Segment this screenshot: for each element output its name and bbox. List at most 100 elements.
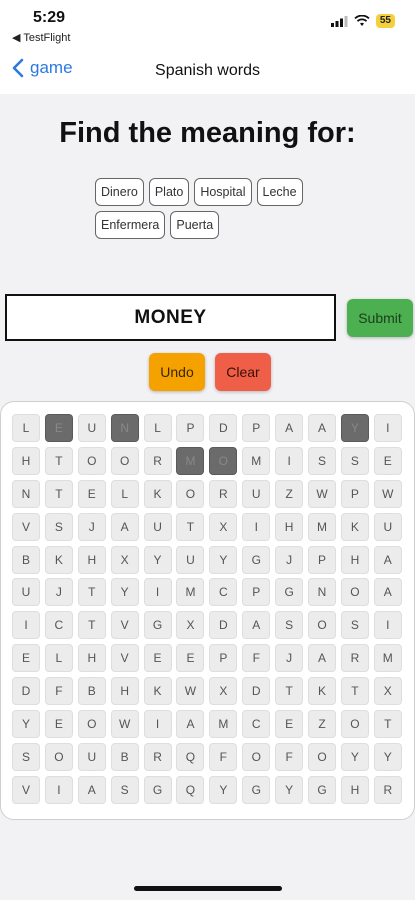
grid-cell[interactable]: O: [44, 742, 73, 771]
grid-cell[interactable]: D: [12, 677, 40, 706]
grid-cell[interactable]: H: [110, 677, 139, 706]
grid-cell[interactable]: S: [340, 611, 369, 640]
grid-cell[interactable]: A: [77, 775, 106, 804]
grid-cell[interactable]: V: [110, 611, 139, 640]
grid-cell[interactable]: I: [373, 611, 402, 640]
grid-cell[interactable]: U: [242, 479, 271, 508]
grid-cell[interactable]: M: [209, 710, 238, 739]
grid-cell[interactable]: F: [44, 677, 73, 706]
grid-cell[interactable]: X: [373, 677, 402, 706]
grid-cell[interactable]: P: [308, 545, 337, 574]
grid-cell[interactable]: N: [308, 578, 337, 607]
grid-cell[interactable]: O: [242, 742, 271, 771]
grid-cell[interactable]: I: [143, 578, 172, 607]
grid-cell[interactable]: C: [209, 578, 238, 607]
grid-cell[interactable]: N: [12, 479, 40, 508]
grid-cell[interactable]: L: [143, 414, 172, 442]
grid-cell[interactable]: X: [209, 512, 238, 541]
grid-cell[interactable]: T: [44, 446, 73, 475]
grid-cell[interactable]: W: [176, 677, 205, 706]
grid-cell[interactable]: O: [308, 742, 337, 771]
grid-cell[interactable]: B: [110, 742, 139, 771]
grid-cell[interactable]: X: [176, 611, 205, 640]
grid-cell[interactable]: Y: [209, 545, 238, 574]
grid-cell[interactable]: H: [275, 512, 304, 541]
grid-cell[interactable]: A: [308, 644, 337, 673]
grid-cell[interactable]: I: [242, 512, 271, 541]
grid-cell[interactable]: S: [44, 512, 73, 541]
grid-cell[interactable]: Y: [12, 710, 40, 739]
grid-cell[interactable]: S: [12, 742, 40, 771]
grid-cell[interactable]: L: [110, 479, 139, 508]
grid-cell[interactable]: F: [275, 742, 304, 771]
grid-cell[interactable]: C: [44, 611, 73, 640]
grid-cell[interactable]: H: [340, 775, 369, 804]
clear-button[interactable]: Clear: [215, 353, 271, 391]
grid-cell[interactable]: K: [143, 479, 172, 508]
grid-cell[interactable]: Z: [275, 479, 304, 508]
grid-cell[interactable]: G: [275, 578, 304, 607]
grid-cell[interactable]: A: [176, 710, 205, 739]
grid-cell[interactable]: R: [373, 775, 402, 804]
grid-cell[interactable]: O: [340, 578, 369, 607]
grid-cell[interactable]: Y: [275, 775, 304, 804]
grid-cell[interactable]: Y: [110, 578, 139, 607]
grid-cell[interactable]: F: [242, 644, 271, 673]
grid-cell[interactable]: G: [308, 775, 337, 804]
grid-cell[interactable]: P: [242, 414, 271, 442]
grid-cell[interactable]: K: [308, 677, 337, 706]
grid-cell[interactable]: R: [340, 644, 369, 673]
grid-cell[interactable]: A: [373, 545, 402, 574]
grid-cell[interactable]: W: [110, 710, 139, 739]
grid-cell[interactable]: L: [44, 644, 73, 673]
grid-cell[interactable]: U: [77, 414, 106, 442]
grid-cell[interactable]: A: [242, 611, 271, 640]
grid-cell[interactable]: E: [44, 710, 73, 739]
grid-cell[interactable]: X: [110, 545, 139, 574]
grid-cell[interactable]: J: [44, 578, 73, 607]
grid-cell[interactable]: R: [209, 479, 238, 508]
grid-cell[interactable]: H: [340, 545, 369, 574]
grid-cell[interactable]: A: [308, 414, 337, 442]
grid-cell[interactable]: A: [373, 578, 402, 607]
grid-cell[interactable]: W: [308, 479, 337, 508]
grid-cell[interactable]: D: [209, 611, 238, 640]
grid-cell[interactable]: M: [242, 446, 271, 475]
grid-cell[interactable]: E: [12, 644, 40, 673]
grid-cell[interactable]: I: [275, 446, 304, 475]
grid-cell[interactable]: Y: [143, 545, 172, 574]
grid-cell[interactable]: I: [44, 775, 73, 804]
grid-cell[interactable]: E: [44, 414, 73, 442]
grid-cell[interactable]: H: [77, 644, 106, 673]
grid-cell[interactable]: E: [77, 479, 106, 508]
grid-cell[interactable]: N: [110, 414, 139, 442]
grid-cell[interactable]: G: [242, 545, 271, 574]
grid-cell[interactable]: J: [275, 545, 304, 574]
grid-cell[interactable]: S: [275, 611, 304, 640]
grid-cell[interactable]: O: [77, 446, 106, 475]
grid-cell[interactable]: H: [77, 545, 106, 574]
grid-cell[interactable]: B: [12, 545, 40, 574]
grid-cell[interactable]: B: [77, 677, 106, 706]
testflight-back-link[interactable]: ◀ TestFlight: [12, 31, 70, 44]
grid-cell[interactable]: I: [143, 710, 172, 739]
grid-cell[interactable]: Y: [340, 414, 369, 442]
grid-cell[interactable]: K: [143, 677, 172, 706]
grid-cell[interactable]: A: [275, 414, 304, 442]
grid-cell[interactable]: T: [373, 710, 402, 739]
grid-cell[interactable]: F: [209, 742, 238, 771]
grid-cell[interactable]: O: [340, 710, 369, 739]
grid-cell[interactable]: U: [373, 512, 402, 541]
grid-cell[interactable]: K: [44, 545, 73, 574]
grid-cell[interactable]: Q: [176, 775, 205, 804]
grid-cell[interactable]: T: [77, 611, 106, 640]
grid-cell[interactable]: S: [340, 446, 369, 475]
grid-cell[interactable]: P: [209, 644, 238, 673]
grid-cell[interactable]: Y: [209, 775, 238, 804]
grid-cell[interactable]: U: [143, 512, 172, 541]
grid-cell[interactable]: S: [110, 775, 139, 804]
grid-cell[interactable]: O: [308, 611, 337, 640]
grid-cell[interactable]: T: [176, 512, 205, 541]
grid-cell[interactable]: T: [77, 578, 106, 607]
grid-cell[interactable]: J: [275, 644, 304, 673]
